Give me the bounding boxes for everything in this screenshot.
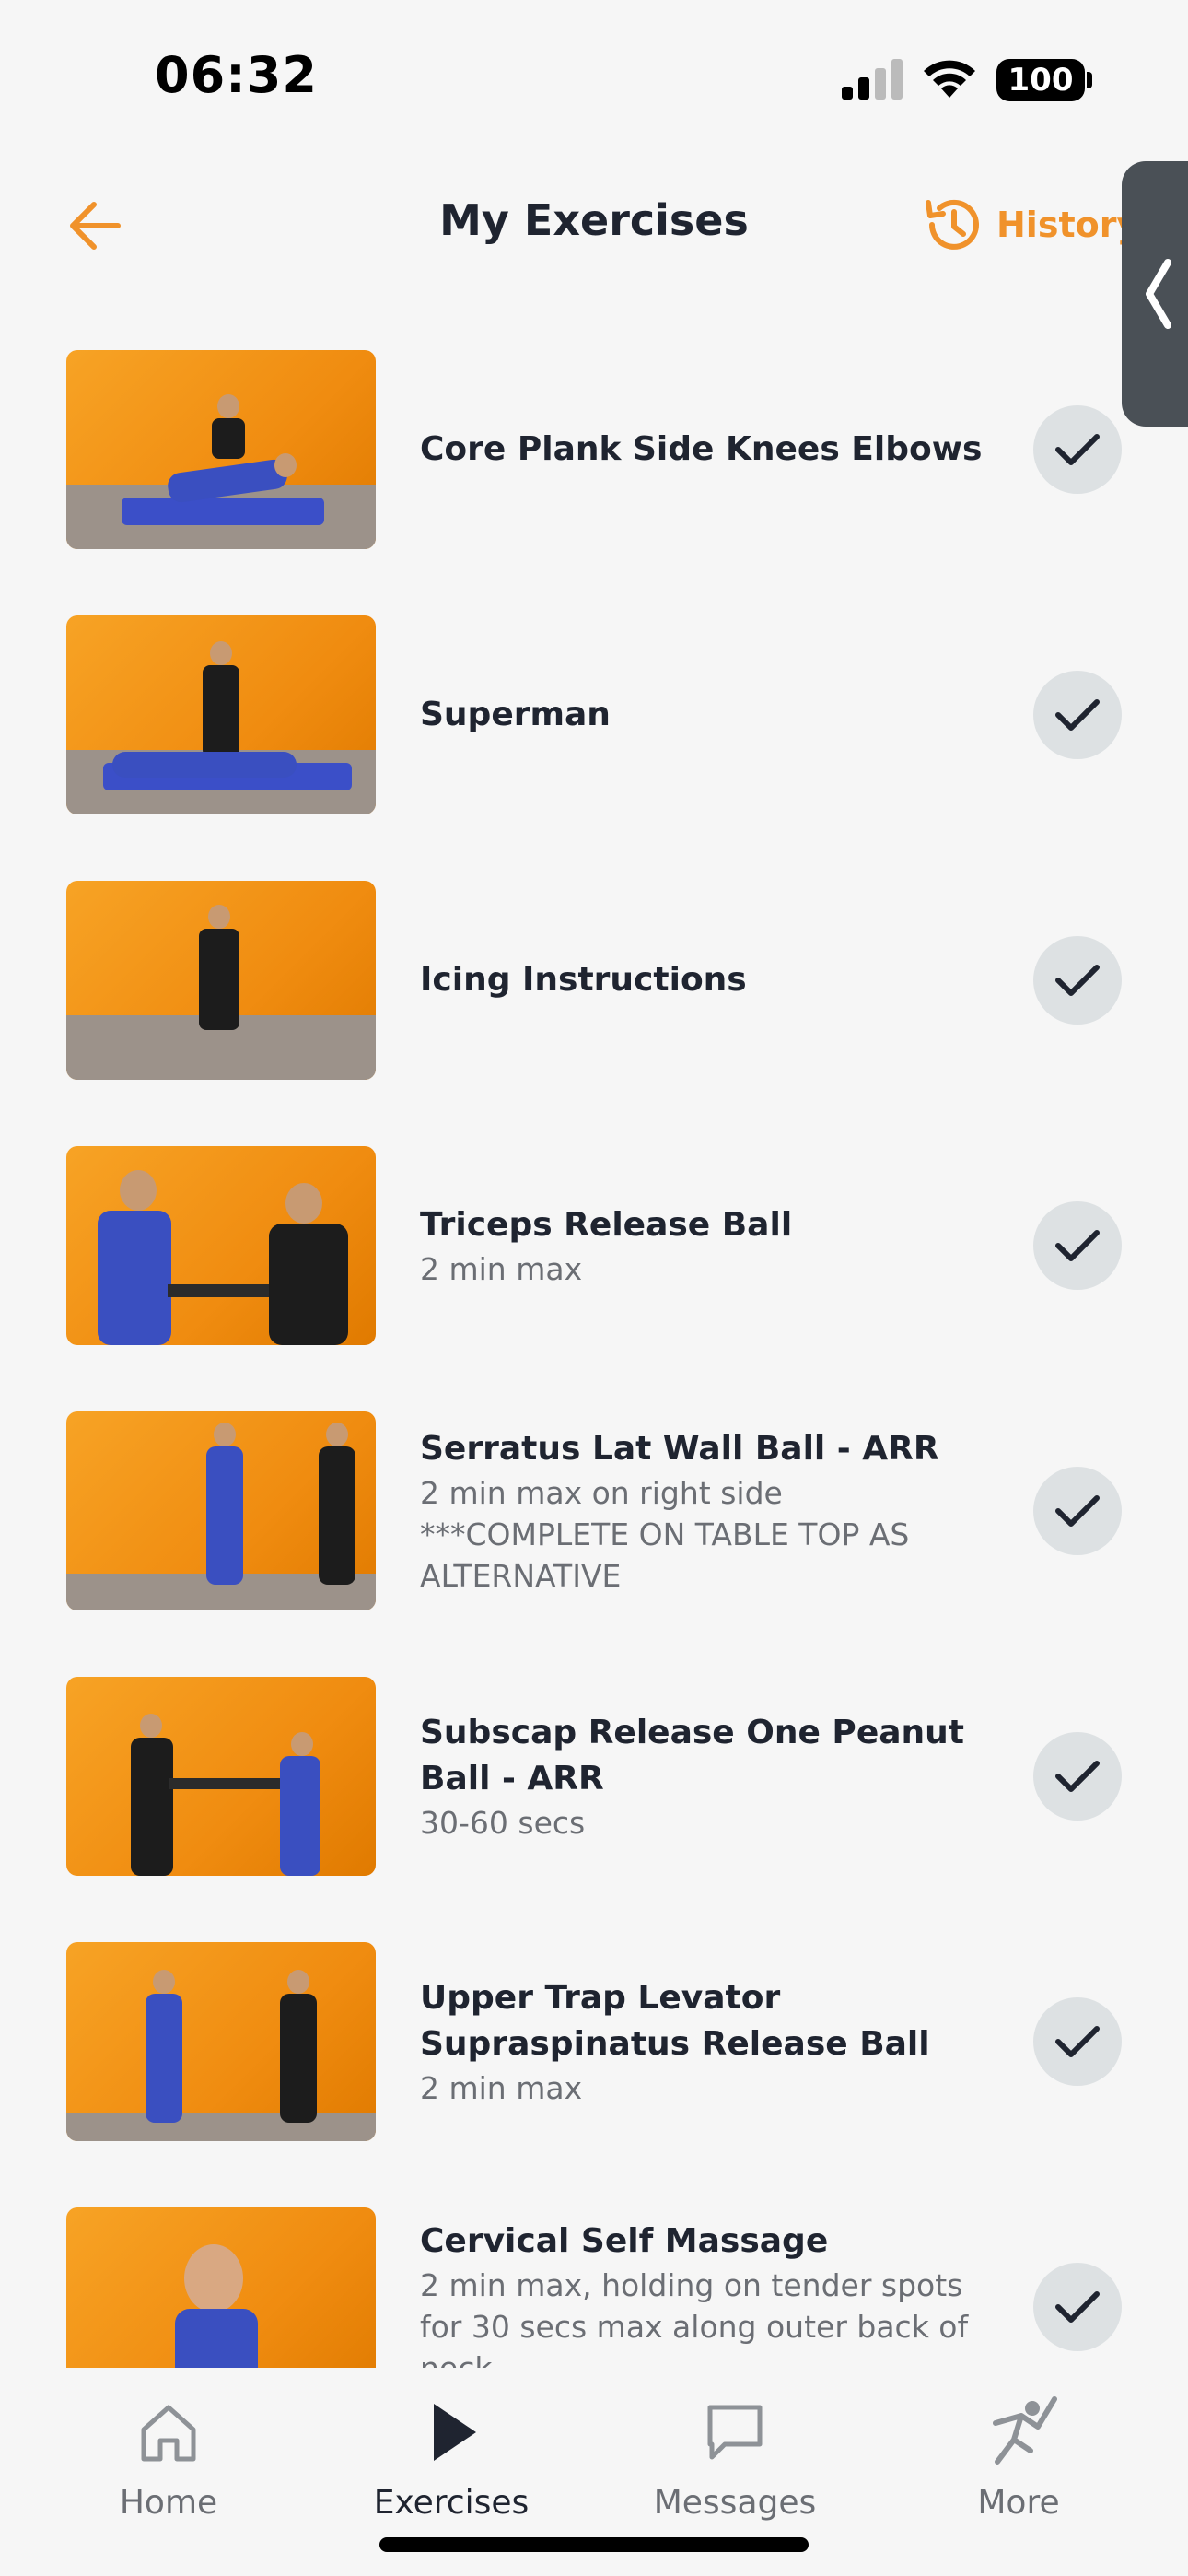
home-icon: [141, 2405, 196, 2462]
wifi-icon: [924, 60, 975, 98]
message-icon: [707, 2405, 763, 2460]
exercise-thumbnail: [66, 1411, 376, 1610]
checkmark-icon: [1055, 1495, 1100, 1527]
exercise-row[interactable]: Cervical Self Massage 2 min max, holding…: [0, 2207, 1188, 2368]
tab-more[interactable]: More: [917, 2395, 1120, 2534]
tab-label: Messages: [653, 2484, 817, 2522]
exercise-title: Serratus Lat Wall Ball - ARR: [420, 1429, 939, 1468]
battery-indicator: 100: [996, 59, 1085, 101]
exercise-thumbnail: [66, 881, 376, 1080]
exercise-row[interactable]: Subscap Release One Peanut Ball - ARR 30…: [0, 1677, 1188, 1942]
exercise-title: Subscap Release One Peanut Ball - ARR: [420, 1713, 964, 1797]
status-bar: 06:32 100: [0, 0, 1188, 157]
exercise-description: 30-60 secs: [420, 1804, 586, 1841]
tab-home[interactable]: Home: [67, 2395, 270, 2534]
checkmark-icon: [1055, 2291, 1100, 2323]
exercise-description: 2 min max: [420, 2069, 583, 2106]
exercise-title: Cervical Self Massage: [420, 2222, 829, 2260]
complete-checkbox[interactable]: [1033, 2263, 1122, 2351]
exercise-title: Core Plank Side Knees Elbows: [420, 430, 983, 468]
exercise-description: 2 min max: [420, 1250, 583, 1287]
complete-checkbox[interactable]: [1033, 405, 1122, 494]
checkmark-icon: [1055, 434, 1100, 465]
exercise-title: Upper Trap Levator Supraspinatus Release…: [420, 1978, 930, 2063]
header: My Exercises History: [0, 157, 1188, 286]
runner-icon: [993, 2396, 1057, 2465]
checkmark-icon: [1055, 2026, 1100, 2057]
exercise-thumbnail: [66, 1942, 376, 2141]
tab-label: Exercises: [373, 2484, 530, 2522]
tab-label: Home: [119, 2484, 218, 2522]
exercise-description: 2 min max, holding on tender spots for 3…: [420, 2267, 969, 2368]
exercise-row[interactable]: Core Plank Side Knees Elbows: [0, 350, 1188, 615]
tab-messages[interactable]: Messages: [634, 2395, 836, 2534]
checkmark-icon: [1055, 965, 1100, 996]
checkmark-icon: [1055, 1230, 1100, 1261]
exercise-thumbnail: [66, 615, 376, 814]
battery-tip: [1087, 72, 1092, 88]
exercise-thumbnail: [66, 350, 376, 549]
complete-checkbox[interactable]: [1033, 1732, 1122, 1821]
history-button[interactable]: History: [921, 190, 1139, 260]
exercise-thumbnail: [66, 1146, 376, 1345]
exercise-description: 2 min max on right side ***COMPLETE ON T…: [420, 1474, 910, 1594]
exercise-row[interactable]: Triceps Release Ball 2 min max: [0, 1146, 1188, 1411]
exercise-row[interactable]: Serratus Lat Wall Ball - ARR 2 min max o…: [0, 1411, 1188, 1677]
home-indicator: [379, 2537, 809, 2552]
tab-label: More: [977, 2484, 1060, 2522]
complete-checkbox[interactable]: [1033, 1201, 1122, 1290]
history-label: History: [996, 205, 1140, 245]
checkmark-icon: [1055, 699, 1100, 731]
play-icon: [434, 2404, 476, 2461]
exercise-thumbnail: [66, 1677, 376, 1876]
history-icon: [926, 199, 979, 250]
status-time: 06:32: [155, 46, 318, 104]
complete-checkbox[interactable]: [1033, 671, 1122, 759]
exercise-list: Core Plank Side Knees Elbows Superman Ic…: [0, 350, 1188, 2368]
complete-checkbox[interactable]: [1033, 1997, 1122, 2086]
chevron-left-icon: [1146, 259, 1171, 329]
checkmark-icon: [1055, 1761, 1100, 1792]
complete-checkbox[interactable]: [1033, 936, 1122, 1025]
cellular-signal-icon: [842, 59, 903, 100]
exercise-title: Superman: [420, 696, 611, 733]
exercise-row[interactable]: Superman: [0, 615, 1188, 881]
exercise-title: Icing Instructions: [420, 961, 747, 999]
tab-exercises[interactable]: Exercises: [350, 2395, 553, 2534]
exercise-row[interactable]: Icing Instructions: [0, 881, 1188, 1146]
exercise-thumbnail: [66, 2207, 376, 2368]
exercise-title: Triceps Release Ball: [420, 1205, 793, 1244]
complete-checkbox[interactable]: [1033, 1467, 1122, 1555]
exercise-row[interactable]: Upper Trap Levator Supraspinatus Release…: [0, 1942, 1188, 2207]
